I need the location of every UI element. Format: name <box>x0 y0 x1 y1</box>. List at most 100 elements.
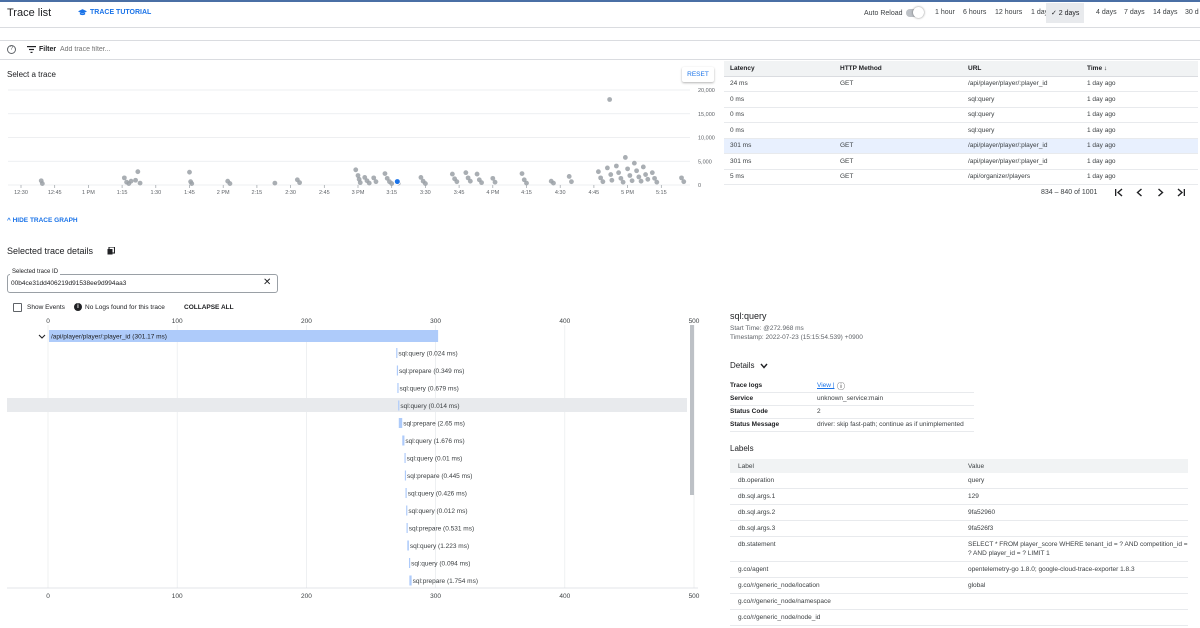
trace-point[interactable] <box>187 169 192 175</box>
copy-icon[interactable] <box>107 247 115 255</box>
time-range-6[interactable]: 7 days <box>1124 9 1145 16</box>
trace-point[interactable] <box>474 171 480 177</box>
span-bar[interactable] <box>398 418 403 428</box>
trace-point[interactable] <box>631 160 637 166</box>
trace-point[interactable] <box>604 165 610 171</box>
trace-row[interactable]: 301 ms GET/api/player/player/:player_id 1 … <box>724 153 1198 170</box>
time-range-5[interactable]: 4 days <box>1096 9 1117 16</box>
trace-point[interactable] <box>467 178 473 184</box>
trace-point[interactable] <box>121 175 127 181</box>
span-bar[interactable] <box>408 558 411 568</box>
trace-point[interactable] <box>189 181 195 186</box>
trace-row[interactable]: 0 ms sql:query 1 day ago <box>724 107 1198 123</box>
column-header[interactable]: HTTP Method <box>834 61 962 77</box>
trace-row[interactable]: 301 ms GET/api/player/player/:player_id 1 … <box>724 138 1198 154</box>
trace-point[interactable] <box>613 163 619 169</box>
trace-point[interactable] <box>373 179 379 185</box>
chevron-down-icon[interactable] <box>38 334 46 339</box>
latency-scatter-chart[interactable]: 0 5,000 10,000 15,000 20,000 12:30 12:45 1 PM 1:… <box>0 82 720 200</box>
time-range-0[interactable]: 1 hour <box>935 9 955 16</box>
span-bar[interactable] <box>409 575 412 586</box>
trace-point[interactable] <box>551 180 556 186</box>
trace-point[interactable] <box>479 180 484 186</box>
trace-filter-input[interactable] <box>60 44 310 55</box>
time-range-2[interactable]: 12 hours <box>995 9 1022 16</box>
span-bar[interactable] <box>406 505 408 516</box>
trace-point[interactable] <box>634 168 639 174</box>
trace-point[interactable] <box>622 155 628 160</box>
trace-point[interactable] <box>389 181 395 186</box>
time-range-1[interactable]: 6 hours <box>963 9 986 16</box>
trace-point[interactable] <box>654 179 660 185</box>
trace-point[interactable] <box>227 181 233 186</box>
trace-point[interactable] <box>616 170 622 176</box>
trace-point[interactable] <box>366 180 372 186</box>
trace-point[interactable] <box>128 178 134 184</box>
selected-trace-point[interactable] <box>393 178 401 186</box>
trace-point[interactable] <box>643 172 648 177</box>
trace-point[interactable] <box>629 178 635 184</box>
help-icon[interactable]: ? <box>7 45 16 54</box>
waterfall-scrollbar[interactable] <box>690 325 694 495</box>
trace-row[interactable]: 0 ms sql:query 1 day ago <box>724 91 1198 108</box>
next-page-icon[interactable] <box>1156 188 1165 197</box>
trace-point[interactable] <box>357 180 363 186</box>
trace-row[interactable]: 24 ms GET/api/player/player/:player_id 1 d… <box>724 76 1198 92</box>
trace-point[interactable] <box>620 179 626 185</box>
span-bar[interactable] <box>396 348 398 358</box>
trace-point[interactable] <box>607 97 613 102</box>
span-bar[interactable] <box>404 453 406 463</box>
span-bar[interactable] <box>396 365 399 376</box>
span-bar[interactable] <box>406 523 408 533</box>
trace-point[interactable] <box>353 167 359 173</box>
time-range-8[interactable]: 30 d <box>1185 9 1199 16</box>
info-outline-icon[interactable]: ⓘ <box>837 381 845 392</box>
trace-point[interactable] <box>524 180 529 186</box>
reset-button[interactable]: RESET <box>682 67 714 82</box>
first-page-icon[interactable] <box>1114 188 1123 197</box>
column-header[interactable]: Latency <box>724 61 834 77</box>
span-bar[interactable] <box>397 383 399 393</box>
trace-point[interactable] <box>272 180 278 186</box>
show-events-checkbox[interactable] <box>13 303 22 312</box>
trace-point[interactable] <box>137 180 143 186</box>
column-header[interactable]: Time ↓ <box>1081 61 1198 77</box>
trace-point[interactable] <box>519 171 525 176</box>
filter-button[interactable]: Filter <box>27 46 56 53</box>
details-toggle[interactable]: Details <box>730 361 768 370</box>
trace-point[interactable] <box>638 178 644 184</box>
last-page-icon[interactable] <box>1177 188 1186 197</box>
column-header[interactable]: URL <box>962 61 1081 77</box>
trace-point[interactable] <box>627 173 633 178</box>
hide-trace-graph-button[interactable]: ^ HIDE TRACE GRAPH <box>7 217 78 224</box>
trace-point[interactable] <box>609 177 615 183</box>
span-bar[interactable] <box>407 540 409 551</box>
trace-point[interactable] <box>297 180 302 186</box>
trace-point[interactable] <box>135 169 141 175</box>
time-range-7[interactable]: 14 days <box>1153 9 1178 16</box>
time-range-4[interactable]: ✓ 2 days <box>1046 3 1085 23</box>
trace-point[interactable] <box>423 181 428 186</box>
trace-point[interactable] <box>569 179 574 185</box>
trace-tutorial-link[interactable]: TRACE TUTORIAL <box>78 9 151 16</box>
trace-point[interactable] <box>681 179 687 185</box>
previous-page-icon[interactable] <box>1135 188 1144 197</box>
trace-point[interactable] <box>640 164 646 170</box>
trace-point[interactable] <box>608 172 614 177</box>
span-bar[interactable] <box>398 400 400 411</box>
trace-point[interactable] <box>133 177 138 183</box>
auto-reload-toggle[interactable] <box>906 7 924 18</box>
trace-point[interactable] <box>454 179 460 185</box>
trace-point[interactable] <box>39 181 45 186</box>
trace-point[interactable] <box>492 179 498 185</box>
trace-logs-view-link[interactable]: View | <box>817 382 834 389</box>
trace-point[interactable] <box>449 171 455 177</box>
collapse-all-button[interactable]: COLLAPSE ALL <box>184 304 234 311</box>
trace-point[interactable] <box>636 174 642 180</box>
trace-point[interactable] <box>625 166 630 172</box>
trace-row[interactable]: 5 ms GET/api/organizer/players 1 day ago <box>724 169 1198 185</box>
trace-point[interactable] <box>645 176 651 182</box>
trace-point[interactable] <box>600 179 606 185</box>
span-bar[interactable] <box>405 488 407 498</box>
trace-row[interactable]: 0 ms sql:query 1 day ago <box>724 122 1198 139</box>
